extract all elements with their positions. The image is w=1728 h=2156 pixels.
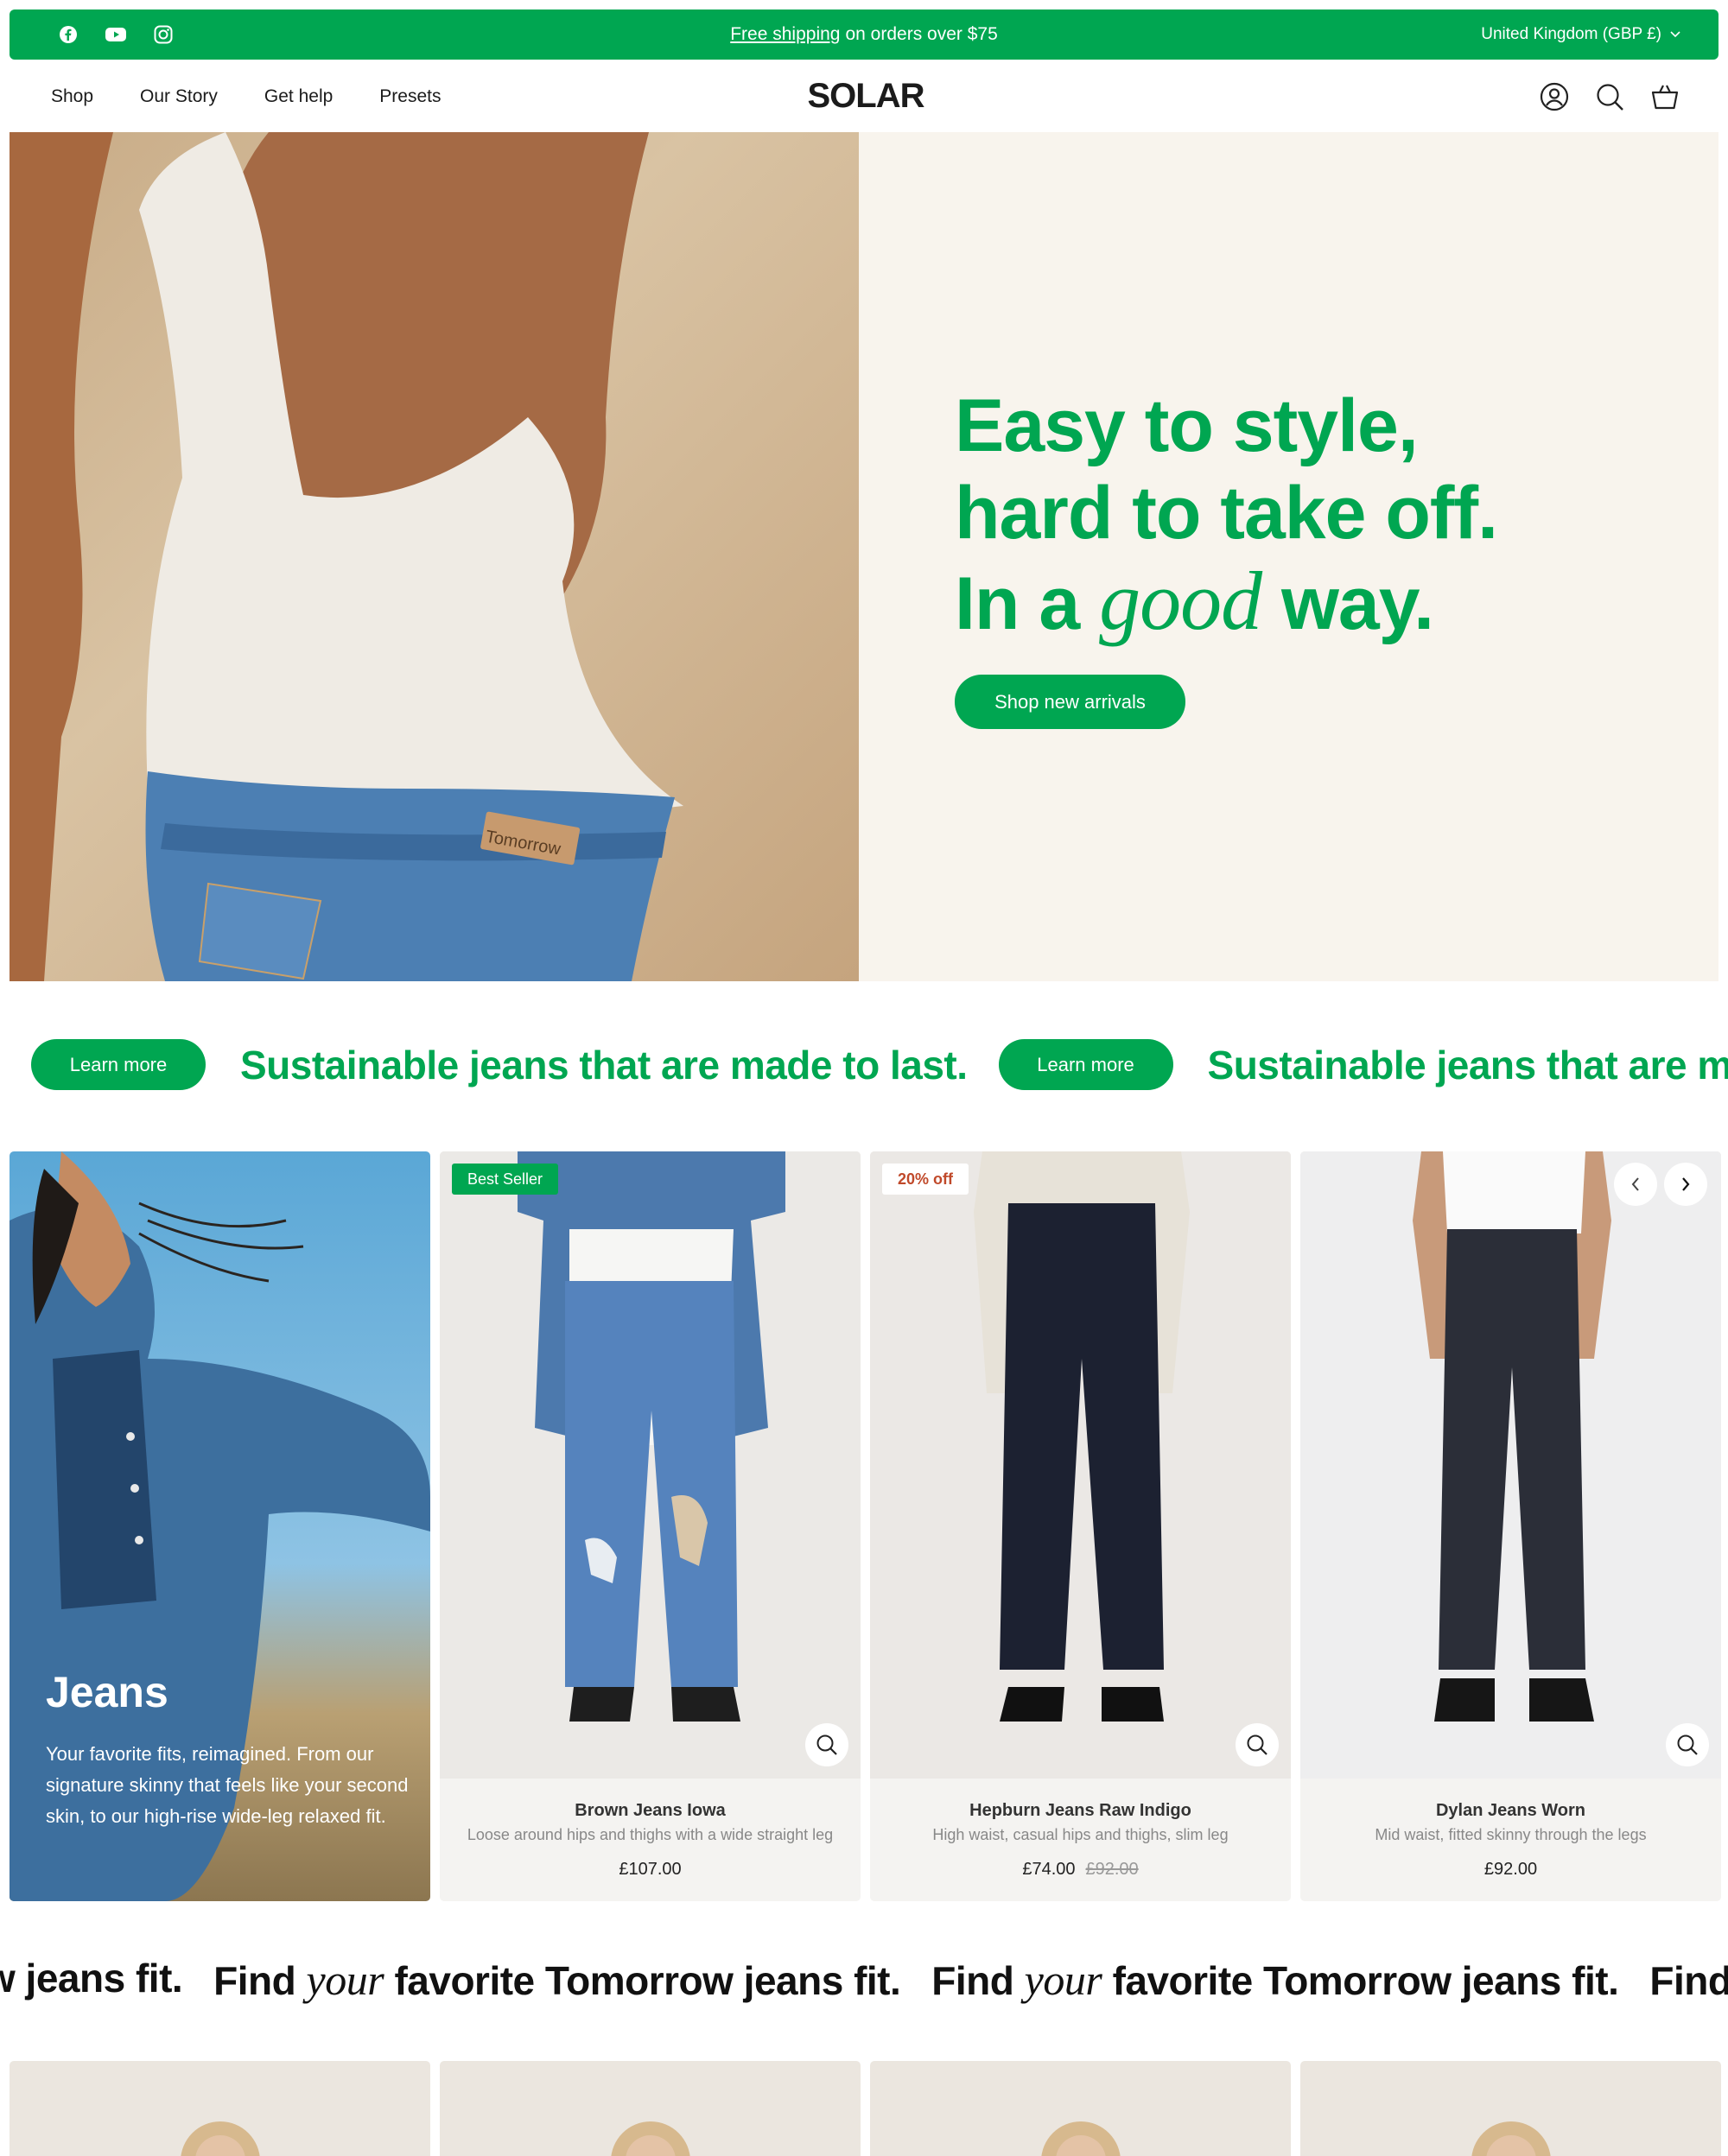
product-image — [440, 1151, 861, 1779]
marquee-text-partial: Find y — [1649, 1955, 1728, 2005]
product-price: £74.00 — [1022, 1860, 1076, 1879]
fit-card[interactable] — [1300, 2061, 1721, 2156]
product-card[interactable]: Best Seller Brown Jeans Iowa Loose aroun… — [440, 1151, 861, 1901]
quick-view-button[interactable] — [1236, 1723, 1279, 1766]
product-price-row: £107.00 — [440, 1860, 861, 1880]
account-icon[interactable] — [1540, 82, 1569, 111]
quick-view-button[interactable] — [1666, 1723, 1709, 1766]
region-label: United Kingdom (GBP £) — [1481, 25, 1661, 43]
hero-headline: Easy to style, hard to take off. In a go… — [955, 383, 1498, 648]
product-name[interactable]: Dylan Jeans Worn — [1300, 1801, 1721, 1821]
header-actions — [1540, 60, 1680, 132]
chevron-right-icon — [1682, 1177, 1690, 1191]
product-info: Brown Jeans Iowa Loose around hips and t… — [440, 1779, 861, 1901]
hero-line-3-end: way. — [1280, 562, 1434, 645]
carousel-prev-button[interactable] — [1614, 1163, 1657, 1206]
learn-more-button[interactable]: Learn more — [31, 1039, 206, 1090]
nav-presets[interactable]: Presets — [379, 86, 441, 107]
marquee-text: Sustainable jeans that are made to last. — [240, 1042, 968, 1088]
hero-line-2: hard to take off. — [955, 472, 1498, 555]
hero-content: Easy to style, hard to take off. In a go… — [859, 132, 1718, 981]
marquee-word: favorite Tomorrow jeans fit. — [1112, 1958, 1619, 2003]
fit-card[interactable] — [440, 2061, 861, 2156]
main-nav: Shop Our Story Get help Presets — [51, 60, 442, 132]
marquee-word: Find — [213, 1958, 296, 2003]
promo-title: Jeans — [46, 1668, 168, 1716]
product-carousel: Jeans Your favorite fits, reimagined. Fr… — [0, 1151, 1728, 1901]
shipping-message: Free shipping on orders over $75 — [10, 10, 1718, 60]
product-description: Loose around hips and thighs with a wide… — [467, 1826, 834, 1843]
original-price: £92.00 — [1085, 1860, 1139, 1879]
best-seller-badge: Best Seller — [452, 1164, 559, 1195]
shipping-text: on orders over $75 — [845, 24, 998, 44]
site-logo[interactable]: SOLAR — [804, 78, 927, 114]
marquee-word: Find — [1649, 1958, 1728, 2003]
learn-more-button[interactable]: Learn more — [998, 1039, 1173, 1090]
free-shipping-link[interactable]: Free shipping — [730, 24, 840, 45]
search-icon — [1247, 1734, 1267, 1755]
marquee-emphasis: your — [1024, 1956, 1102, 2004]
search-icon — [816, 1734, 837, 1755]
chevron-left-icon — [1631, 1177, 1639, 1191]
product-description: High waist, casual hips and thighs, slim… — [932, 1826, 1229, 1843]
nav-get-help[interactable]: Get help — [264, 86, 333, 107]
product-image — [1300, 1151, 1721, 1779]
marquee-track: Learn more Sustainable jeans that are ma… — [31, 1039, 1728, 1090]
marquee-track: w jeans fit. Find your favorite Tomorrow… — [0, 1955, 1728, 2005]
fit-card[interactable] — [10, 2061, 430, 2156]
search-icon[interactable] — [1595, 82, 1624, 111]
product-card[interactable]: Dylan Jeans Worn Mid waist, fitted skinn… — [1300, 1151, 1721, 1901]
product-info: Dylan Jeans Worn Mid waist, fitted skinn… — [1300, 1779, 1721, 1901]
hero-image: Tomorrow — [10, 132, 859, 981]
marquee-word: favorite Tomorrow jeans fit. — [394, 1958, 901, 2003]
product-price-row: £92.00 — [1300, 1860, 1721, 1880]
product-price: £92.00 — [1483, 1860, 1538, 1879]
nav-our-story[interactable]: Our Story — [140, 86, 218, 107]
fit-collection-row — [0, 2061, 1728, 2156]
marquee-text: Find your favorite Tomorrow jeans fit. — [213, 1955, 901, 2005]
region-selector[interactable]: United Kingdom (GBP £) — [1481, 10, 1680, 60]
product-name[interactable]: Hepburn Jeans Raw Indigo — [870, 1801, 1291, 1821]
hero-line-1: Easy to style, — [955, 384, 1419, 467]
marquee-text: Sustainable jeans that are made to last. — [1207, 1042, 1728, 1088]
product-price-row: £74.00 £92.00 — [870, 1860, 1291, 1880]
sustainable-marquee: Learn more Sustainable jeans that are ma… — [0, 981, 1728, 1151]
shop-new-arrivals-button[interactable]: Shop new arrivals — [955, 675, 1185, 729]
hero-line-3-start: In a — [955, 562, 1080, 645]
site-header: Shop Our Story Get help Presets SOLAR — [0, 60, 1728, 132]
product-image — [870, 1151, 1291, 1779]
chevron-down-icon — [1670, 31, 1680, 38]
find-fit-marquee: w jeans fit. Find your favorite Tomorrow… — [0, 1901, 1728, 2061]
hero-emphasis: good — [1099, 555, 1262, 647]
discount-badge: 20% off — [882, 1164, 969, 1195]
marquee-word: Find — [931, 1958, 1014, 2003]
announcement-bar: Free shipping on orders over $75 United … — [10, 10, 1718, 60]
carousel-next-button[interactable] — [1664, 1163, 1707, 1206]
promo-description: Your favorite fits, reimagined. From our… — [46, 1743, 409, 1827]
hero-section: Tomorrow Easy to style, hard to take off… — [10, 132, 1718, 981]
cart-icon[interactable] — [1650, 82, 1680, 111]
product-description: Mid waist, fitted skinny through the leg… — [1375, 1826, 1647, 1843]
hero-line-3: In a good way. — [955, 557, 1497, 648]
product-price: £107.00 — [619, 1860, 682, 1879]
marquee-text: Find your favorite Tomorrow jeans fit. — [931, 1955, 1619, 2005]
fit-card[interactable] — [870, 2061, 1291, 2156]
marquee-emphasis: your — [306, 1956, 384, 2004]
jeans-promo-card[interactable]: Jeans Your favorite fits, reimagined. Fr… — [10, 1151, 430, 1901]
product-info: Hepburn Jeans Raw Indigo High waist, cas… — [870, 1779, 1291, 1901]
quick-view-button[interactable] — [805, 1723, 848, 1766]
product-name[interactable]: Brown Jeans Iowa — [440, 1801, 861, 1821]
marquee-text-partial: w jeans fit. — [0, 1956, 183, 2001]
product-card[interactable]: 20% off Hepburn Jeans Raw Indigo High wa… — [870, 1151, 1291, 1901]
nav-shop[interactable]: Shop — [51, 86, 93, 107]
search-icon — [1677, 1734, 1698, 1755]
